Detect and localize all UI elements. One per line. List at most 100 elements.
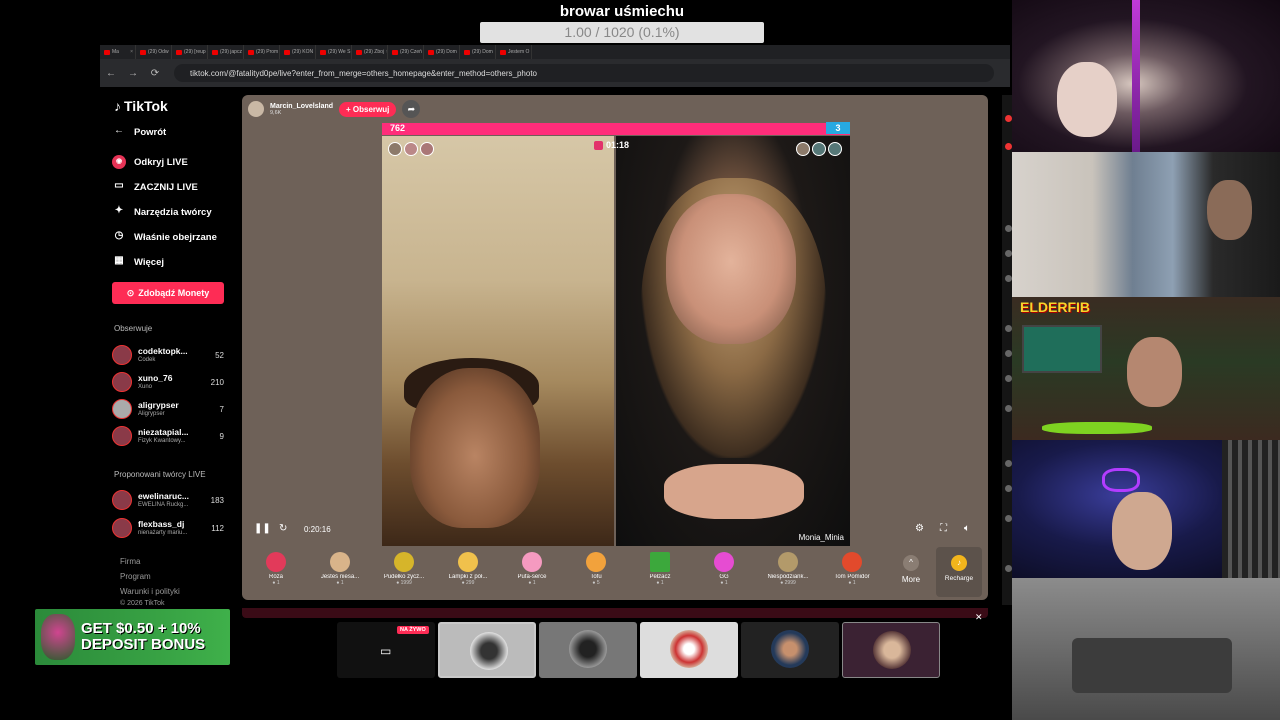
host-name[interactable]: Marcin_Lovelsland [270, 103, 333, 110]
browser-tab[interactable]: (29) We S× [316, 45, 352, 59]
get-coins-button[interactable]: ⊙ Zdobądź Monety [112, 282, 224, 304]
stream-card[interactable]: NA ŻYWO ▭ [337, 622, 435, 678]
browser-tab[interactable]: (29) Prom× [244, 45, 280, 59]
browser-tab[interactable]: (29) Czeń× [388, 45, 424, 59]
browser-tab[interactable]: (29) Odw× [136, 45, 172, 59]
gift-item[interactable]: Pudełko życz... ● 1999 [372, 547, 436, 597]
browser-tab[interactable]: (29) japcz× [208, 45, 244, 59]
tab-label: (29) Zboj [364, 49, 385, 55]
avatar [873, 631, 911, 669]
avatar [1005, 325, 1012, 332]
reload-icon[interactable]: ⟳ [144, 68, 166, 79]
avatar [812, 142, 826, 156]
gift-item[interactable]: Lampki z pół... ● 299 [436, 547, 500, 597]
gift-item[interactable]: Niespodziank... ● 2999 [756, 547, 820, 597]
nav-creator-tools[interactable]: ✦ Narzędzia twórcy [112, 202, 212, 222]
gift-item[interactable]: Róża ● 1 [244, 547, 308, 597]
host-avatar[interactable] [248, 101, 264, 117]
stream-card[interactable] [640, 622, 738, 678]
address-bar: ← → ⟳ tiktok.com/@fatalityd0pe/live?ente… [100, 59, 1010, 87]
share-icon[interactable]: ➦ [402, 100, 421, 118]
surprise-box-icon [778, 552, 798, 572]
more-gifts-button[interactable]: ^ More [890, 547, 932, 597]
close-tab-icon[interactable]: × [130, 49, 133, 55]
video-figure [1207, 180, 1252, 240]
browser-tab[interactable]: (29) KON× [280, 45, 316, 59]
forward-icon[interactable]: → [122, 68, 144, 79]
avatar [1005, 405, 1012, 412]
nav-back[interactable]: ← Powrót [112, 122, 166, 142]
led-strip [1132, 0, 1140, 152]
tiktok-logo[interactable]: ♪ TikTok [114, 98, 168, 114]
battle-icon [594, 140, 603, 150]
close-tab-icon[interactable]: × [531, 49, 532, 55]
suggested-heading: Proponowani twórcy LIVE [114, 470, 206, 479]
close-icon[interactable]: ✕ [975, 612, 983, 623]
browser-tab[interactable]: (29) [reup× [172, 45, 208, 59]
gift-item[interactable]: Tofu ● 5 [564, 547, 628, 597]
fullscreen-icon[interactable]: ⛶ [940, 523, 947, 534]
avatar [470, 632, 508, 670]
gift-item[interactable]: Jesteś niesa... ● 1 [308, 547, 372, 597]
opponent-video[interactable]: Monia_Minia [616, 136, 850, 546]
camera-icon: ▭ [114, 180, 124, 191]
browser-tab[interactable]: (29) Dom× [460, 45, 496, 59]
avatar [1005, 515, 1012, 522]
sofa [1072, 638, 1232, 693]
recharge-button[interactable]: ♪ Recharge [936, 547, 982, 597]
nav-start-live[interactable]: ▭ ZACZNIJ LIVE [112, 177, 198, 197]
stream-card[interactable] [539, 622, 637, 678]
live-icon: ◉ [112, 155, 126, 169]
tab-label: (29) Czeń [400, 49, 422, 55]
tofu-icon [586, 552, 606, 572]
avatar [1005, 115, 1012, 122]
top-gifters [388, 142, 436, 161]
gift-item[interactable]: Pełzacz ● 1 [628, 547, 692, 597]
stream-card[interactable] [842, 622, 940, 678]
browser-tab[interactable]: Ma × [100, 45, 136, 59]
suggested-account[interactable]: flexbass_dj nienażarty mariu... 112 [112, 517, 224, 539]
gift-item[interactable]: Pufa-serce ● 1 [500, 547, 564, 597]
youtube-icon [248, 49, 254, 55]
follow-button[interactable]: + Obserwuj [339, 101, 397, 117]
settings-icon[interactable]: ⚙ [915, 523, 924, 534]
url-field[interactable]: tiktok.com/@fatalityd0pe/live?enter_from… [174, 64, 994, 82]
stream-card[interactable] [438, 622, 536, 678]
avatar [1005, 143, 1012, 150]
screen-icon: ▭ [380, 644, 392, 658]
coin-icon: ⊙ [126, 287, 135, 298]
score-left: 762 [390, 123, 406, 133]
footer-company[interactable]: Firma [120, 557, 140, 566]
youtube-icon [212, 49, 218, 55]
browser-tab[interactable]: (29) Zboj× [352, 45, 388, 59]
video-figure [1127, 337, 1182, 407]
gift-item[interactable]: Tom Pomidor ● 1 [820, 547, 884, 597]
followed-account[interactable]: xuno_76 Xuno 210 [112, 371, 224, 393]
avatar [112, 426, 132, 446]
nav-recently-watched[interactable]: ◷ Właśnie obejrzane [112, 227, 217, 247]
tab-label: Ma [112, 49, 119, 55]
followed-account[interactable]: aligrypser Aligrypser 7 [112, 398, 224, 420]
back-arrow-icon: ← [114, 125, 124, 136]
gift-item[interactable]: GG ● 1 [692, 547, 756, 597]
neon-sign [1102, 468, 1140, 492]
pause-icon[interactable]: ❚❚ [254, 523, 271, 534]
volume-icon[interactable]: 🔈︎ [964, 523, 970, 534]
wall-slats [1222, 440, 1280, 578]
stream-card[interactable] [741, 622, 839, 678]
refresh-icon[interactable]: ↻ [279, 523, 287, 534]
video-figure [666, 194, 796, 344]
footer-terms[interactable]: Warunki i polityki [120, 587, 180, 596]
nav-discover-live[interactable]: ◉ Odkryj LIVE [112, 152, 188, 172]
nav-more[interactable]: ▦ Więcej [112, 252, 164, 272]
followed-account[interactable]: codektopk... Codek 52 [112, 344, 224, 366]
webcam-feed [1012, 578, 1280, 720]
back-icon[interactable]: ← [100, 68, 122, 79]
followed-account[interactable]: niezatapial... Fizyk Kwantowy... 9 [112, 425, 224, 447]
browser-tab[interactable]: (29) Dom× [424, 45, 460, 59]
host-video[interactable] [382, 136, 614, 546]
browser-tab[interactable]: Jestem O× [496, 45, 532, 59]
suggested-account[interactable]: ewelinaruc... EWELINA Ruckg... 183 [112, 489, 224, 511]
footer-program[interactable]: Program [120, 572, 151, 581]
promo-banner[interactable]: GET $0.50 + 10% DEPOSIT BONUS [35, 609, 230, 665]
